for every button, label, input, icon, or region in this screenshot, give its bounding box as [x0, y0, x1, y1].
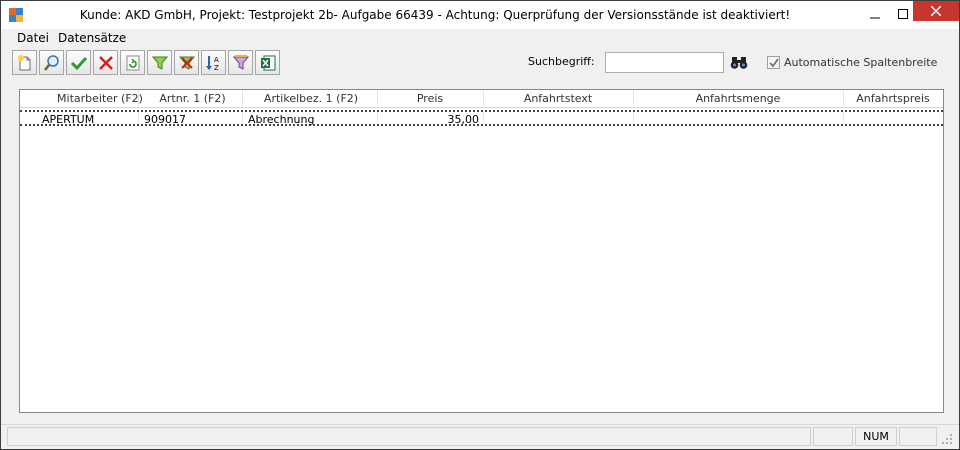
resize-grip-icon[interactable] [941, 433, 953, 448]
search-button[interactable] [39, 50, 64, 75]
cell-divider [483, 112, 484, 124]
delete-button[interactable] [93, 50, 118, 75]
search-label: Suchbegriff: [528, 55, 595, 68]
column-header-preis[interactable]: Preis [377, 92, 483, 106]
filter-icon [151, 56, 168, 70]
column-divider[interactable] [138, 90, 139, 108]
grid-header: Mitarbeiter (F2) Artnr. 1 (F2) Artikelbe… [20, 90, 943, 108]
confirm-button[interactable] [66, 50, 91, 75]
menu-bar: Datei Datensätze [1, 29, 959, 47]
excel-export-button[interactable] [255, 50, 280, 75]
delete-icon [98, 55, 113, 70]
menu-datensaetze[interactable]: Datensätze [58, 31, 126, 45]
cell-divider [843, 112, 844, 124]
column-header-artikelbez[interactable]: Artikelbez. 1 (F2) [245, 92, 377, 106]
status-panel-main [7, 427, 811, 446]
status-panel-empty [813, 427, 853, 446]
refresh-button[interactable] [120, 50, 145, 75]
cell-mitarbeiter[interactable]: APERTUM [42, 113, 94, 126]
cell-divider [138, 112, 139, 124]
search-go-button[interactable] [728, 52, 750, 73]
title-bar: Kunde: AKD GmbH, Projekt: Testprojekt 2b… [1, 1, 959, 29]
menu-datei[interactable]: Datei [17, 31, 49, 45]
sort-az-icon: A Z [205, 55, 219, 72]
close-button[interactable] [913, 1, 959, 21]
cell-preis[interactable]: 35,00 [377, 113, 480, 126]
auto-width-checkbox[interactable] [767, 56, 780, 69]
maximize-icon [898, 9, 908, 19]
checkmark-icon [768, 58, 779, 67]
cell-divider [242, 112, 243, 124]
filter-edit-button[interactable] [228, 50, 253, 75]
filter-edit-icon [232, 54, 249, 70]
status-bar: NUM [1, 424, 959, 449]
minimize-icon [870, 17, 880, 19]
table-row[interactable]: APERTUM 909017 Abrechnung 35,00 [20, 110, 943, 126]
column-header-artnr[interactable]: Artnr. 1 (F2) [140, 92, 245, 106]
binoculars-icon [730, 56, 748, 69]
column-divider[interactable] [242, 90, 243, 108]
checkmark-icon [70, 56, 87, 70]
main-window: Kunde: AKD GmbH, Projekt: Testprojekt 2b… [0, 0, 960, 450]
column-header-anfahrtspreis[interactable]: Anfahrtspreis [843, 92, 943, 106]
refresh-icon [126, 55, 139, 70]
sort-button[interactable]: A Z [201, 50, 226, 75]
new-record-button[interactable] [12, 50, 37, 75]
new-record-icon [17, 54, 30, 70]
window-title: Kunde: AKD GmbH, Projekt: Testprojekt 2b… [79, 8, 791, 22]
excel-export-icon [260, 55, 275, 70]
remove-filter-icon [178, 56, 195, 70]
close-icon [931, 6, 941, 16]
search-input[interactable] [605, 52, 724, 73]
cell-divider [633, 112, 634, 124]
remove-filter-button[interactable] [174, 50, 199, 75]
status-num: NUM [855, 427, 897, 446]
cell-artikelbez[interactable]: Abrechnung [248, 113, 314, 126]
cell-artnr[interactable]: 909017 [144, 113, 186, 126]
auto-width-label: Automatische Spaltenbreite [784, 56, 938, 69]
magnifier-icon [43, 54, 59, 71]
svg-text:Z: Z [214, 64, 219, 72]
column-header-anfahrtstext[interactable]: Anfahrtstext [483, 92, 633, 106]
filter-button[interactable] [147, 50, 172, 75]
data-grid[interactable]: Mitarbeiter (F2) Artnr. 1 (F2) Artikelbe… [19, 89, 944, 413]
svg-text:A: A [214, 56, 219, 64]
status-panel-empty [899, 427, 937, 446]
column-header-anfahrtsmenge[interactable]: Anfahrtsmenge [633, 92, 843, 106]
